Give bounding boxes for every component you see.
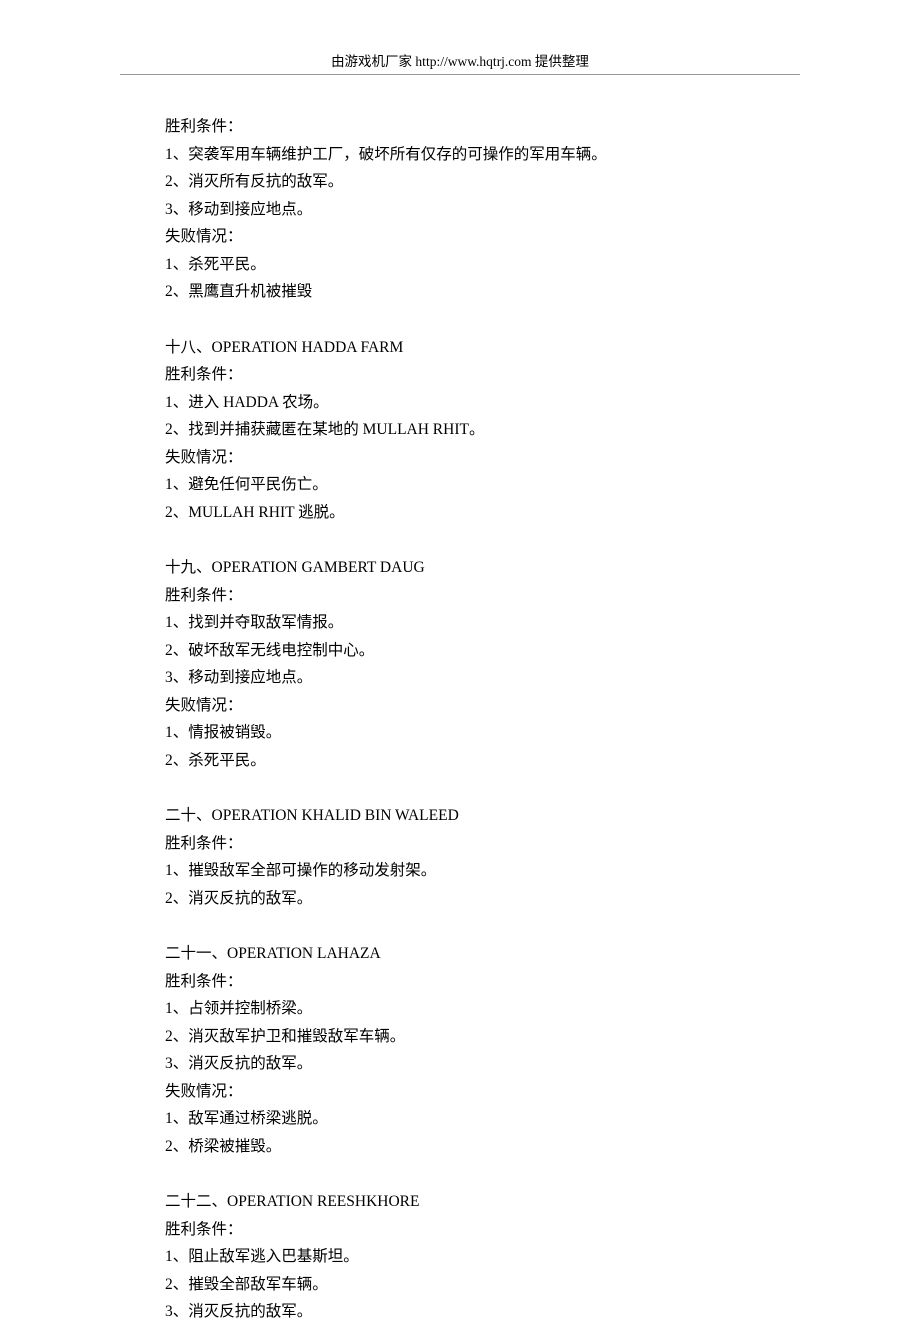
section-22: 二十二、OPERATION REESHKHORE 胜利条件： 1、阻止敌军逃入巴… (165, 1188, 820, 1326)
text-line: 1、情报被销毁。 (165, 719, 820, 747)
text-line: 胜利条件： (165, 113, 820, 141)
text-line: 1、阻止敌军逃入巴基斯坦。 (165, 1243, 820, 1271)
section-21: 二十一、OPERATION LAHAZA 胜利条件： 1、占领并控制桥梁。 2、… (165, 940, 820, 1160)
section-title: 十九、OPERATION GAMBERT DAUG (165, 554, 820, 582)
text-line: 2、摧毁全部敌军车辆。 (165, 1271, 820, 1299)
text-line: 失败情况： (165, 1078, 820, 1106)
text-line: 1、避免任何平民伤亡。 (165, 471, 820, 499)
text-line: 2、消灭反抗的敌军。 (165, 885, 820, 913)
text-line: 失败情况： (165, 692, 820, 720)
text-line: 胜利条件： (165, 1216, 820, 1244)
text-line: 失败情况： (165, 444, 820, 472)
text-line: 3、消灭反抗的敌军。 (165, 1298, 820, 1326)
text-line: 1、找到并夺取敌军情报。 (165, 609, 820, 637)
text-line: 胜利条件： (165, 361, 820, 389)
text-line: 2、破坏敌军无线电控制中心。 (165, 637, 820, 665)
text-line: 1、进入 HADDA 农场。 (165, 389, 820, 417)
text-line: 3、移动到接应地点。 (165, 196, 820, 224)
text-line: 1、摧毁敌军全部可操作的移动发射架。 (165, 857, 820, 885)
page-header: 由游戏机厂家 http://www.hqtrj.com 提供整理 (0, 0, 920, 70)
text-line: 1、占领并控制桥梁。 (165, 995, 820, 1023)
header-text: 由游戏机厂家 http://www.hqtrj.com 提供整理 (331, 54, 589, 69)
section-20: 二十、OPERATION KHALID BIN WALEED 胜利条件： 1、摧… (165, 802, 820, 912)
text-line: 3、消灭反抗的敌军。 (165, 1050, 820, 1078)
text-line: 1、杀死平民。 (165, 251, 820, 279)
text-line: 2、杀死平民。 (165, 747, 820, 775)
text-line: 1、突袭军用车辆维护工厂，破坏所有仅存的可操作的军用车辆。 (165, 141, 820, 169)
text-line: 3、移动到接应地点。 (165, 664, 820, 692)
text-line: 2、黑鹰直升机被摧毁 (165, 278, 820, 306)
section-title: 十八、OPERATION HADDA FARM (165, 334, 820, 362)
section-title: 二十、OPERATION KHALID BIN WALEED (165, 802, 820, 830)
text-line: 2、找到并捕获藏匿在某地的 MULLAH RHIT。 (165, 416, 820, 444)
section-18: 十八、OPERATION HADDA FARM 胜利条件： 1、进入 HADDA… (165, 334, 820, 527)
section-17-partial: 胜利条件： 1、突袭军用车辆维护工厂，破坏所有仅存的可操作的军用车辆。 2、消灭… (165, 113, 820, 306)
text-line: 2、MULLAH RHIT 逃脱。 (165, 499, 820, 527)
text-line: 胜利条件： (165, 968, 820, 996)
section-title: 二十一、OPERATION LAHAZA (165, 940, 820, 968)
text-line: 1、敌军通过桥梁逃脱。 (165, 1105, 820, 1133)
text-line: 2、消灭敌军护卫和摧毁敌军车辆。 (165, 1023, 820, 1051)
text-line: 胜利条件： (165, 582, 820, 610)
text-line: 2、消灭所有反抗的敌军。 (165, 168, 820, 196)
document-content: 胜利条件： 1、突袭军用车辆维护工厂，破坏所有仅存的可操作的军用车辆。 2、消灭… (0, 75, 920, 1326)
section-title: 二十二、OPERATION REESHKHORE (165, 1188, 820, 1216)
text-line: 失败情况： (165, 223, 820, 251)
text-line: 胜利条件： (165, 830, 820, 858)
text-line: 2、桥梁被摧毁。 (165, 1133, 820, 1161)
section-19: 十九、OPERATION GAMBERT DAUG 胜利条件： 1、找到并夺取敌… (165, 554, 820, 774)
